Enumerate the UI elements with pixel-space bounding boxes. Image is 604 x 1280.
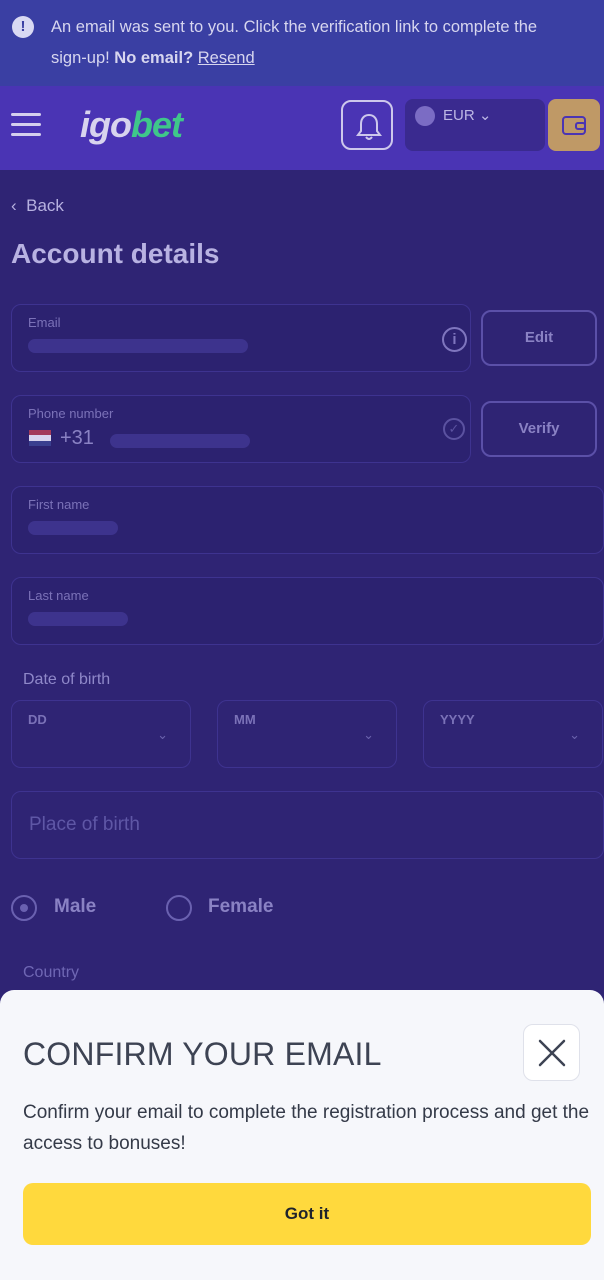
male-radio[interactable] bbox=[11, 895, 37, 921]
male-label[interactable]: Male bbox=[54, 896, 96, 918]
modal-body: Confirm your email to complete the regis… bbox=[23, 1102, 590, 1154]
dial-code: +31 bbox=[60, 427, 94, 449]
day-label: DD bbox=[28, 712, 47, 727]
year-label: YYYY bbox=[440, 712, 475, 727]
currency-label[interactable]: EUR ⌄ bbox=[443, 106, 491, 124]
verification-banner: ! An email was sent to you. Click the ve… bbox=[0, 0, 604, 86]
chevron-left-icon: ‹ bbox=[11, 196, 17, 215]
place-of-birth-input[interactable]: Place of birth bbox=[11, 791, 604, 859]
year-select[interactable]: YYYY ⌄ bbox=[423, 700, 603, 768]
day-select[interactable]: DD ⌄ bbox=[11, 700, 191, 768]
close-icon bbox=[538, 1039, 566, 1067]
first-name-label: First name bbox=[28, 497, 90, 512]
wallet-icon bbox=[562, 116, 586, 135]
phone-label: Phone number bbox=[28, 406, 114, 421]
page-title: Account details bbox=[11, 238, 220, 269]
info-icon: ! bbox=[12, 16, 34, 38]
first-name-value-blurred bbox=[28, 521, 118, 535]
email-label: Email bbox=[28, 315, 61, 330]
last-name-value-blurred bbox=[28, 612, 128, 626]
close-button[interactable] bbox=[523, 1024, 580, 1081]
info-icon[interactable]: i bbox=[442, 327, 467, 352]
logo-part-igo: igo bbox=[80, 104, 132, 145]
female-label[interactable]: Female bbox=[208, 896, 273, 918]
female-radio[interactable] bbox=[166, 895, 192, 921]
modal-title: CONFIRM YOUR EMAIL bbox=[23, 1036, 382, 1072]
phone-value-blurred bbox=[110, 434, 250, 448]
chevron-down-icon: ⌄ bbox=[569, 727, 580, 742]
logo[interactable]: igobet bbox=[80, 104, 183, 146]
logo-part-bet: bet bbox=[130, 104, 183, 145]
country-label: Country bbox=[23, 964, 80, 981]
check-circle-icon: ✓ bbox=[443, 418, 465, 440]
got-it-button[interactable]: Got it bbox=[23, 1183, 591, 1245]
banner-no-email: No email? bbox=[114, 49, 194, 67]
notifications-button[interactable] bbox=[341, 100, 393, 150]
resend-link[interactable]: Resend bbox=[198, 49, 255, 67]
dob-label: Date of birth bbox=[23, 671, 111, 688]
currency-coin-icon bbox=[415, 106, 435, 126]
chevron-down-icon: ⌄ bbox=[363, 727, 374, 742]
wallet-button[interactable] bbox=[548, 99, 600, 151]
edit-email-button[interactable]: Edit bbox=[481, 310, 597, 366]
first-name-field[interactable]: First name bbox=[11, 486, 604, 554]
netherlands-flag-icon bbox=[29, 430, 51, 446]
hamburger-icon[interactable] bbox=[11, 113, 41, 137]
month-select[interactable]: MM ⌄ bbox=[217, 700, 397, 768]
email-field[interactable]: Email bbox=[11, 304, 471, 372]
last-name-label: Last name bbox=[28, 588, 89, 603]
month-label: MM bbox=[234, 712, 256, 727]
banner-text: An email was sent to you. Click the veri… bbox=[51, 12, 571, 74]
place-of-birth-placeholder: Place of birth bbox=[29, 814, 140, 835]
email-value-blurred bbox=[28, 339, 248, 353]
chevron-down-icon: ⌄ bbox=[157, 727, 168, 742]
bell-icon bbox=[356, 113, 382, 140]
verify-phone-button[interactable]: Verify bbox=[481, 401, 597, 457]
last-name-field[interactable]: Last name bbox=[11, 577, 604, 645]
back-link[interactable]: ‹ Back bbox=[11, 196, 64, 216]
